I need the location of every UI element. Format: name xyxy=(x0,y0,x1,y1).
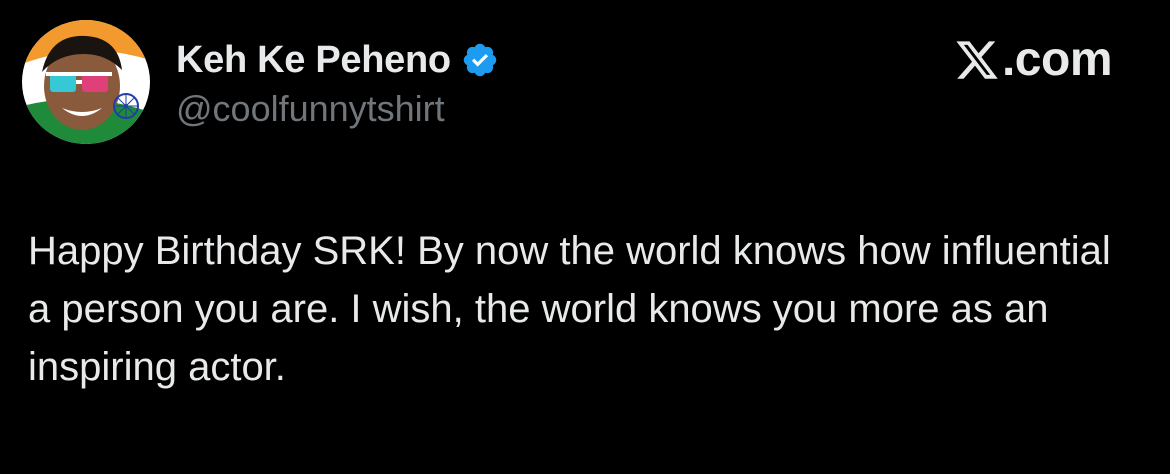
tweet-card: Keh Ke Peheno @coolfunnytshirt .com Happ… xyxy=(0,0,1170,474)
author-handle[interactable]: @coolfunnytshirt xyxy=(176,88,499,130)
x-logo-icon xyxy=(954,37,1000,83)
author-display-name[interactable]: Keh Ke Peheno xyxy=(176,39,451,82)
x-com-watermark: .com xyxy=(954,32,1113,88)
verified-badge-icon xyxy=(461,41,499,79)
profile-avatar[interactable] xyxy=(22,20,150,144)
author-name-row: Keh Ke Peheno xyxy=(176,36,499,84)
tweet-text: Happy Birthday SRK! By now the world kno… xyxy=(28,229,1111,389)
brand-domain-text: .com xyxy=(1001,33,1113,86)
avatar-image xyxy=(22,20,150,144)
tweet-author: Keh Ke Peheno @coolfunnytshirt xyxy=(176,36,499,130)
